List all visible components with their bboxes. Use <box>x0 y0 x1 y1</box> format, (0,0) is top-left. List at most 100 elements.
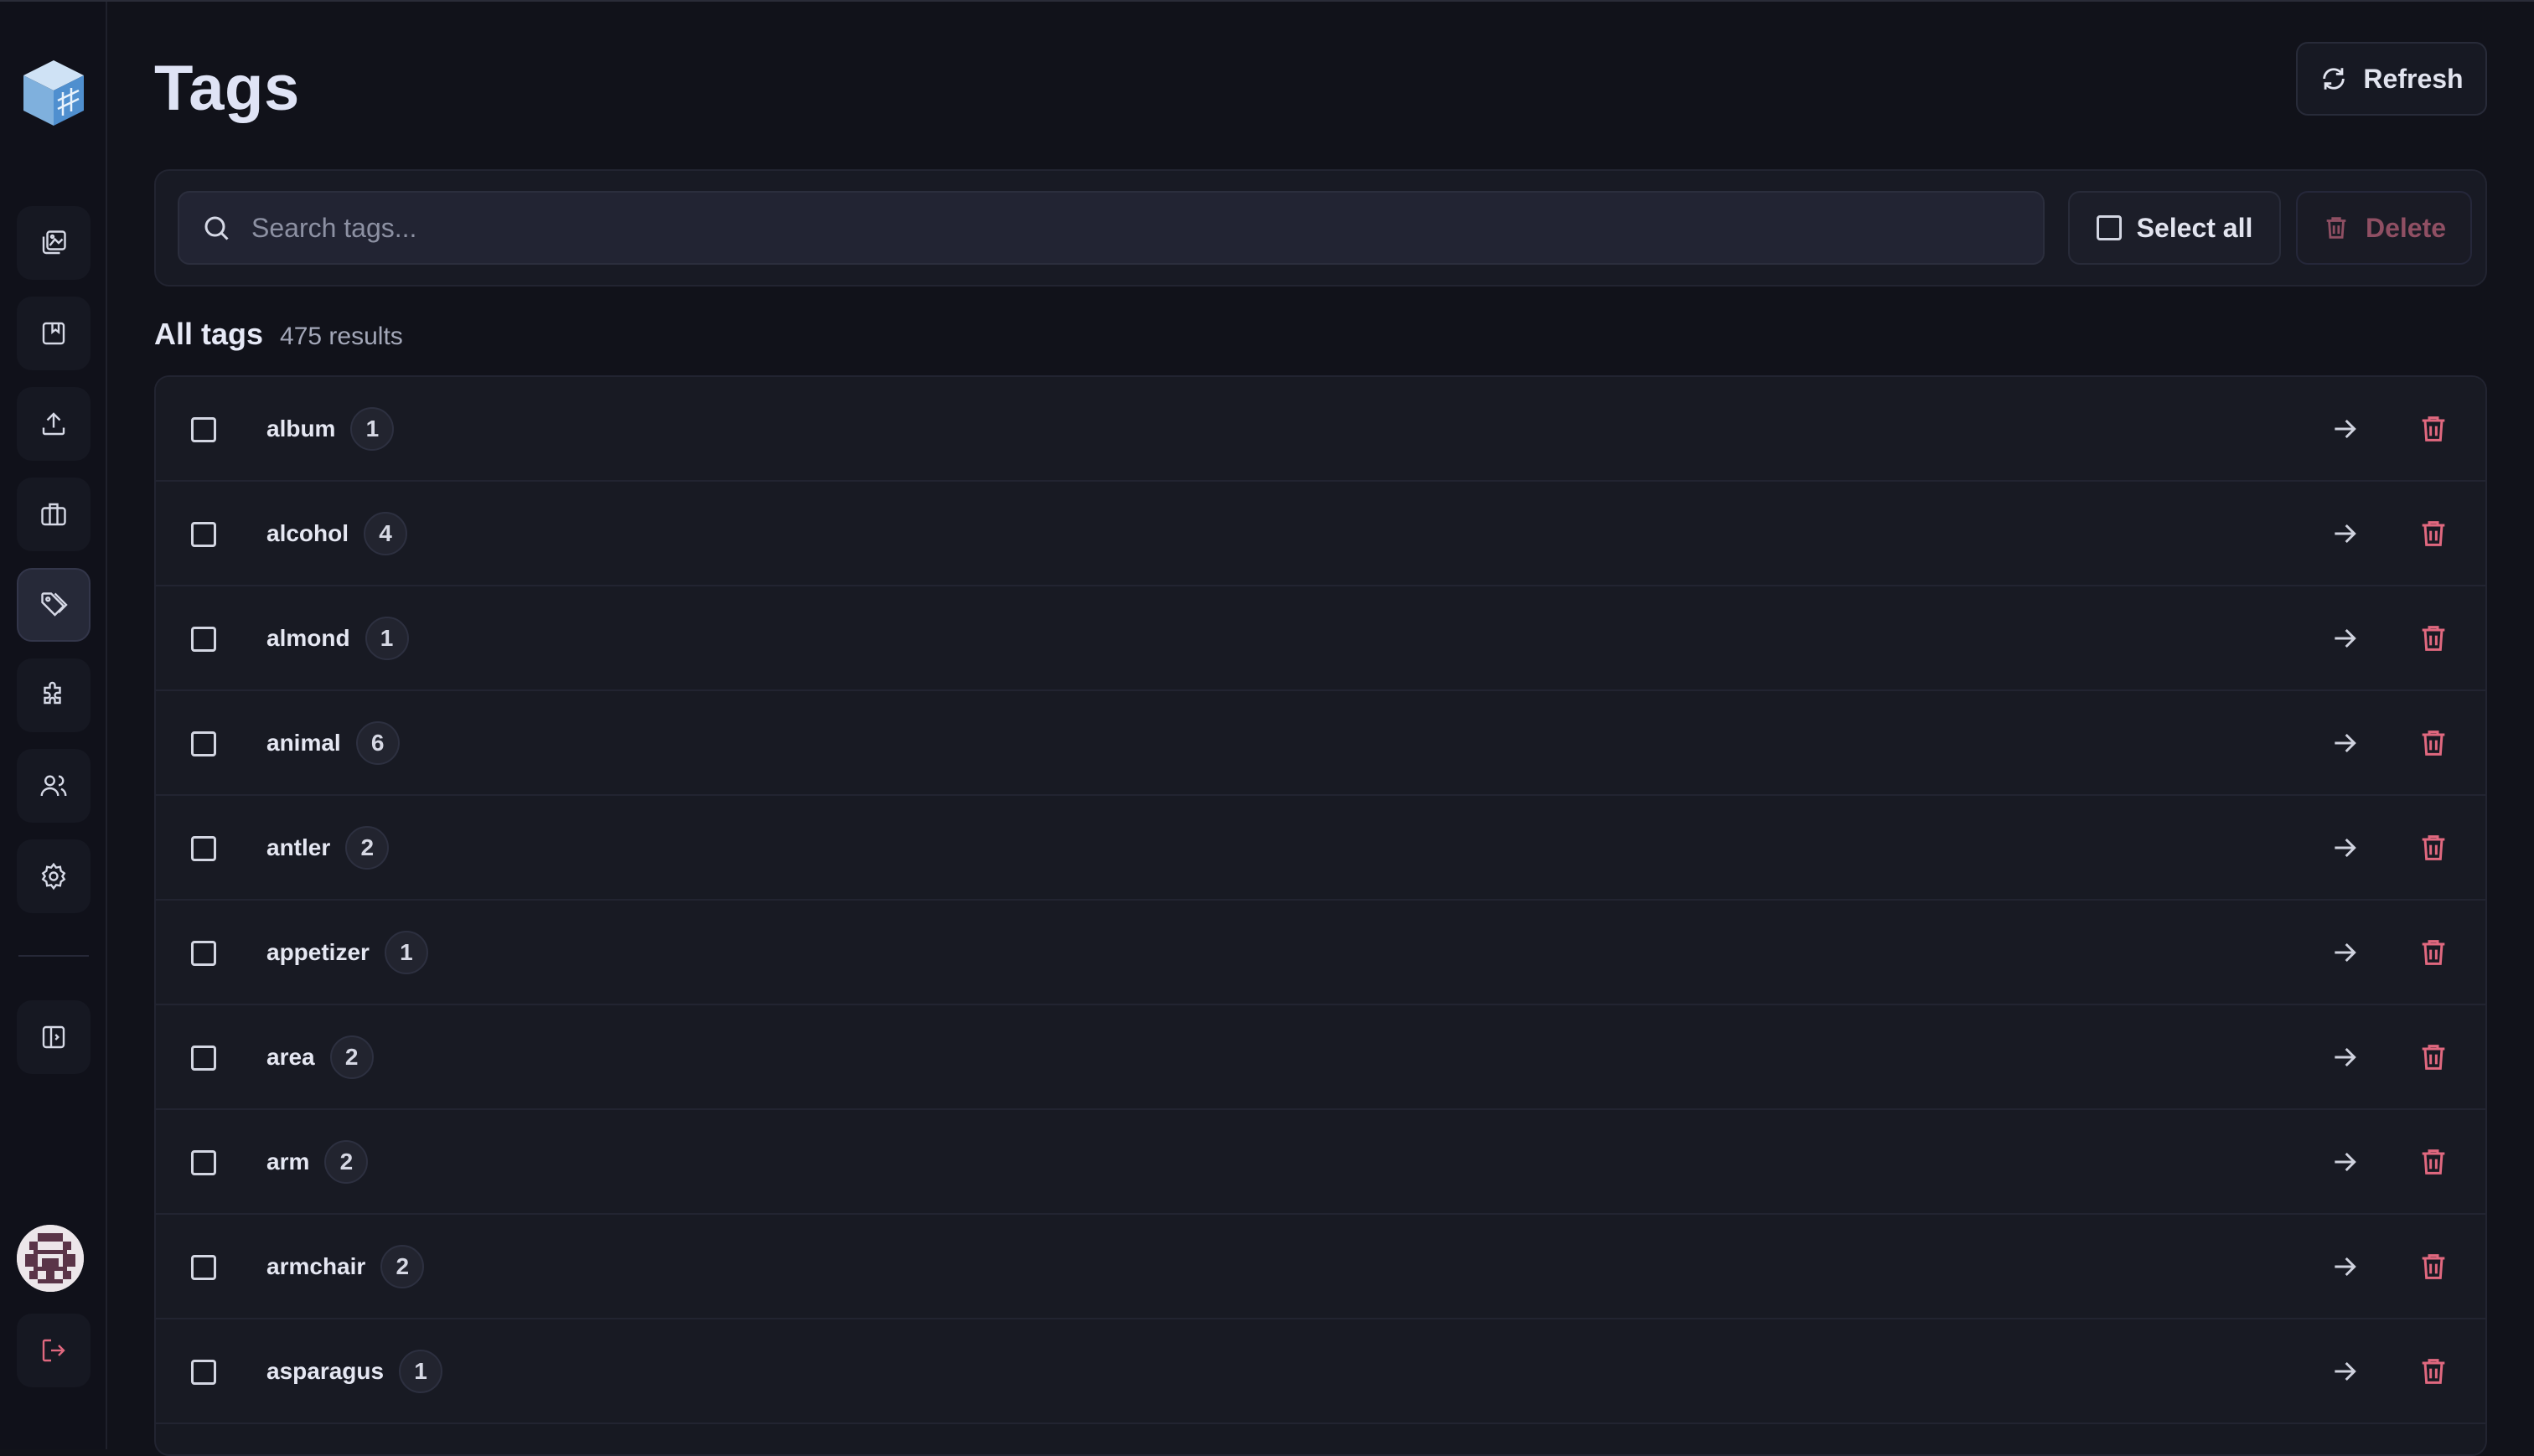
tag-row-checkbox[interactable] <box>191 941 216 966</box>
delete-tag-button[interactable] <box>2417 1250 2450 1283</box>
sidebar-item-plugins[interactable] <box>17 658 90 732</box>
sidebar-item-tags[interactable] <box>17 568 90 642</box>
select-all-label: Select all <box>2136 212 2253 243</box>
delete-label: Delete <box>2365 212 2447 243</box>
sidebar-toggle-icon <box>42 1025 65 1049</box>
tag-row-checkbox[interactable] <box>191 1046 216 1071</box>
tag-label-group: armchair 2 <box>266 1215 425 1318</box>
tag-row-checkbox[interactable] <box>191 731 216 756</box>
sidebar-item-albums[interactable] <box>17 297 90 370</box>
tag-row-checkbox[interactable] <box>191 627 216 652</box>
users-icon <box>40 775 67 797</box>
refresh-button[interactable]: Refresh <box>2296 42 2487 116</box>
open-tag-button[interactable] <box>2328 1145 2361 1179</box>
puzzle-icon <box>44 681 61 705</box>
sidebar <box>0 2 107 1449</box>
trash-icon <box>2422 940 2445 965</box>
delete-selected-button[interactable]: Delete <box>2296 191 2472 265</box>
open-tag-button[interactable] <box>2328 1250 2361 1283</box>
delete-tag-button[interactable] <box>2417 726 2450 760</box>
open-tag-button[interactable] <box>2328 1355 2361 1388</box>
tag-row: animal 6 <box>156 691 2485 796</box>
avatar[interactable] <box>17 1225 84 1292</box>
logout-button[interactable] <box>17 1314 90 1387</box>
open-tag-button[interactable] <box>2328 726 2361 760</box>
tag-row: armchair 2 <box>156 1215 2485 1319</box>
tag-row-checkbox[interactable] <box>191 417 216 442</box>
tag-name[interactable]: armchair <box>266 1253 365 1280</box>
albums-icon <box>42 322 65 345</box>
delete-tag-button[interactable] <box>2417 412 2450 446</box>
logout-icon <box>42 1339 65 1362</box>
open-tag-button[interactable] <box>2328 517 2361 550</box>
tag-name[interactable]: appetizer <box>266 939 370 966</box>
arrow-right-icon <box>2335 838 2356 858</box>
tag-count-badge: 1 <box>365 616 409 660</box>
tag-count-badge: 6 <box>355 720 400 765</box>
app-window: Tags Refresh Select all <box>0 0 2534 1456</box>
open-tag-button[interactable] <box>2328 936 2361 969</box>
refresh-icon <box>2323 68 2345 90</box>
tag-row-checkbox[interactable] <box>191 522 216 547</box>
select-all-checkbox[interactable] <box>2096 215 2122 240</box>
tag-label-group: antler 2 <box>266 796 390 899</box>
delete-tag-button[interactable] <box>2417 622 2450 655</box>
trash-icon <box>2422 416 2445 441</box>
tag-count-badge: 2 <box>380 1244 425 1288</box>
sidebar-item-photos[interactable] <box>17 206 90 280</box>
trash-icon <box>2422 731 2445 756</box>
tag-row: area 2 <box>156 1005 2485 1110</box>
select-all-button[interactable]: Select all <box>2068 191 2281 265</box>
tag-name[interactable]: antler <box>266 834 330 861</box>
open-tag-button[interactable] <box>2328 831 2361 865</box>
tag-row: antler 2 <box>156 796 2485 901</box>
open-tag-button[interactable] <box>2328 622 2361 655</box>
sidebar-item-settings[interactable] <box>17 839 90 913</box>
page-title: Tags <box>154 53 300 124</box>
sidebar-item-upload[interactable] <box>17 387 90 461</box>
main-content: Tags Refresh Select all <box>107 2 2534 1456</box>
search-input[interactable] <box>250 211 2043 245</box>
sidebar-toggle-button[interactable] <box>17 1000 90 1074</box>
arrow-right-icon <box>2335 628 2356 648</box>
search-box[interactable] <box>178 191 2045 265</box>
tag-label-group: almond 1 <box>266 586 409 689</box>
tag-label-group: area 2 <box>266 1005 374 1108</box>
tag-row: arm 2 <box>156 1110 2485 1215</box>
delete-tag-button[interactable] <box>2417 831 2450 865</box>
tag-name[interactable]: arm <box>266 1149 309 1175</box>
tags-toolbar: Select all Delete <box>154 169 2487 287</box>
tag-label-group: album 1 <box>266 377 395 480</box>
tag-row-checkbox[interactable] <box>191 836 216 861</box>
trash-icon <box>2422 1149 2445 1175</box>
results-heading: All tags 475 results <box>154 317 403 352</box>
tag-name[interactable]: asparagus <box>266 1358 384 1385</box>
tag-row-checkbox[interactable] <box>191 1255 216 1280</box>
delete-tag-button[interactable] <box>2417 936 2450 969</box>
tag-name[interactable]: alcohol <box>266 520 349 547</box>
tag-row-checkbox[interactable] <box>191 1360 216 1385</box>
sidebar-divider <box>18 955 89 957</box>
open-tag-button[interactable] <box>2328 412 2361 446</box>
sidebar-item-users[interactable] <box>17 749 90 823</box>
app-logo[interactable] <box>20 57 87 129</box>
tag-row-checkbox[interactable] <box>191 1150 216 1175</box>
delete-tag-button[interactable] <box>2417 1145 2450 1179</box>
results-count: 475 results <box>280 323 403 350</box>
trash-icon <box>2422 1254 2445 1279</box>
avatar-pixel-image <box>17 1225 84 1292</box>
tag-name[interactable]: area <box>266 1044 315 1071</box>
tag-count-badge: 1 <box>384 930 428 974</box>
open-tag-button[interactable] <box>2328 1040 2361 1074</box>
tag-label-group: asparagus 1 <box>266 1319 443 1422</box>
tag-name[interactable]: album <box>266 416 335 442</box>
tag-name[interactable]: animal <box>266 730 341 756</box>
tag-row: appetizer 1 <box>156 901 2485 1005</box>
tag-name[interactable]: almond <box>266 625 350 652</box>
tag-label-group: appetizer 1 <box>266 901 428 1004</box>
tag-count-badge: 1 <box>399 1349 443 1393</box>
delete-tag-button[interactable] <box>2417 517 2450 550</box>
delete-tag-button[interactable] <box>2417 1040 2450 1074</box>
sidebar-item-collections[interactable] <box>17 478 90 551</box>
delete-tag-button[interactable] <box>2417 1355 2450 1388</box>
